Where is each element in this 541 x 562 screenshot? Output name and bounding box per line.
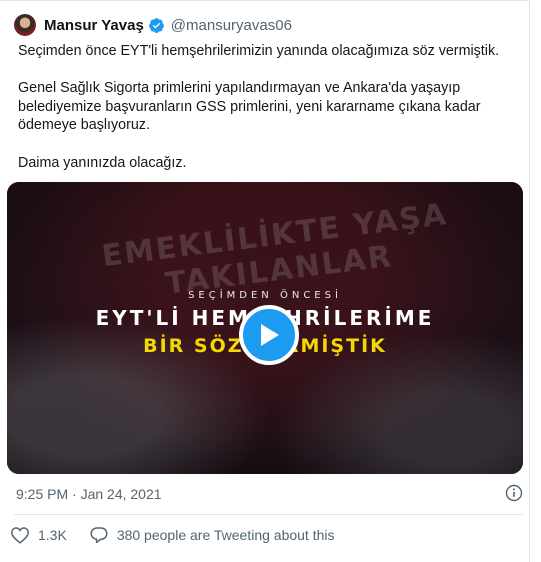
conversation-text: 380 people are Tweeting about this (116, 527, 335, 543)
play-button[interactable] (239, 305, 299, 365)
like-button[interactable]: 1.3K (10, 526, 67, 544)
conversation-link[interactable]: 380 people are Tweeting about this (89, 526, 335, 544)
tweet-timestamp[interactable]: 9:25 PM · Jan 24, 2021 (16, 486, 162, 502)
info-icon[interactable] (505, 484, 523, 502)
tweet-paragraph: Seçimden önce EYT'li hemşehrilerimizin y… (18, 43, 500, 59)
tweet-card: Mansur Yavaş @mansuryavas06 Seçimden önc… (0, 0, 530, 562)
action-divider (14, 514, 523, 515)
author-display-name[interactable]: Mansur Yavaş (44, 17, 144, 34)
tweet-paragraph: Genel Sağlık Sigorta primlerini yapıland… (18, 80, 481, 134)
tweet-header: Mansur Yavaş @mansuryavas06 (14, 12, 292, 38)
video-caption-line-1: SEÇİMDEN ÖNCESİ (188, 290, 342, 301)
like-count: 1.3K (38, 527, 67, 543)
author-avatar[interactable] (14, 14, 36, 36)
heart-icon (11, 527, 29, 544)
card-top-border (0, 0, 530, 8)
tweet-paragraph: Daima yanınızda olacağız. (18, 154, 187, 171)
speech-bubble-icon (90, 527, 108, 544)
video-player[interactable]: EMEKLİLİKTE YAŞA TAKILANLAR SEÇİMDEN ÖNC… (7, 182, 523, 474)
tweet-actions: 1.3K 380 people are Tweeting about this (10, 523, 335, 547)
play-icon (261, 324, 279, 346)
author-handle[interactable]: @mansuryavas06 (171, 17, 292, 34)
verified-badge-icon (148, 17, 165, 34)
tweet-body: Seçimden önce EYT'li hemşehrilerimizin y… (18, 42, 523, 172)
